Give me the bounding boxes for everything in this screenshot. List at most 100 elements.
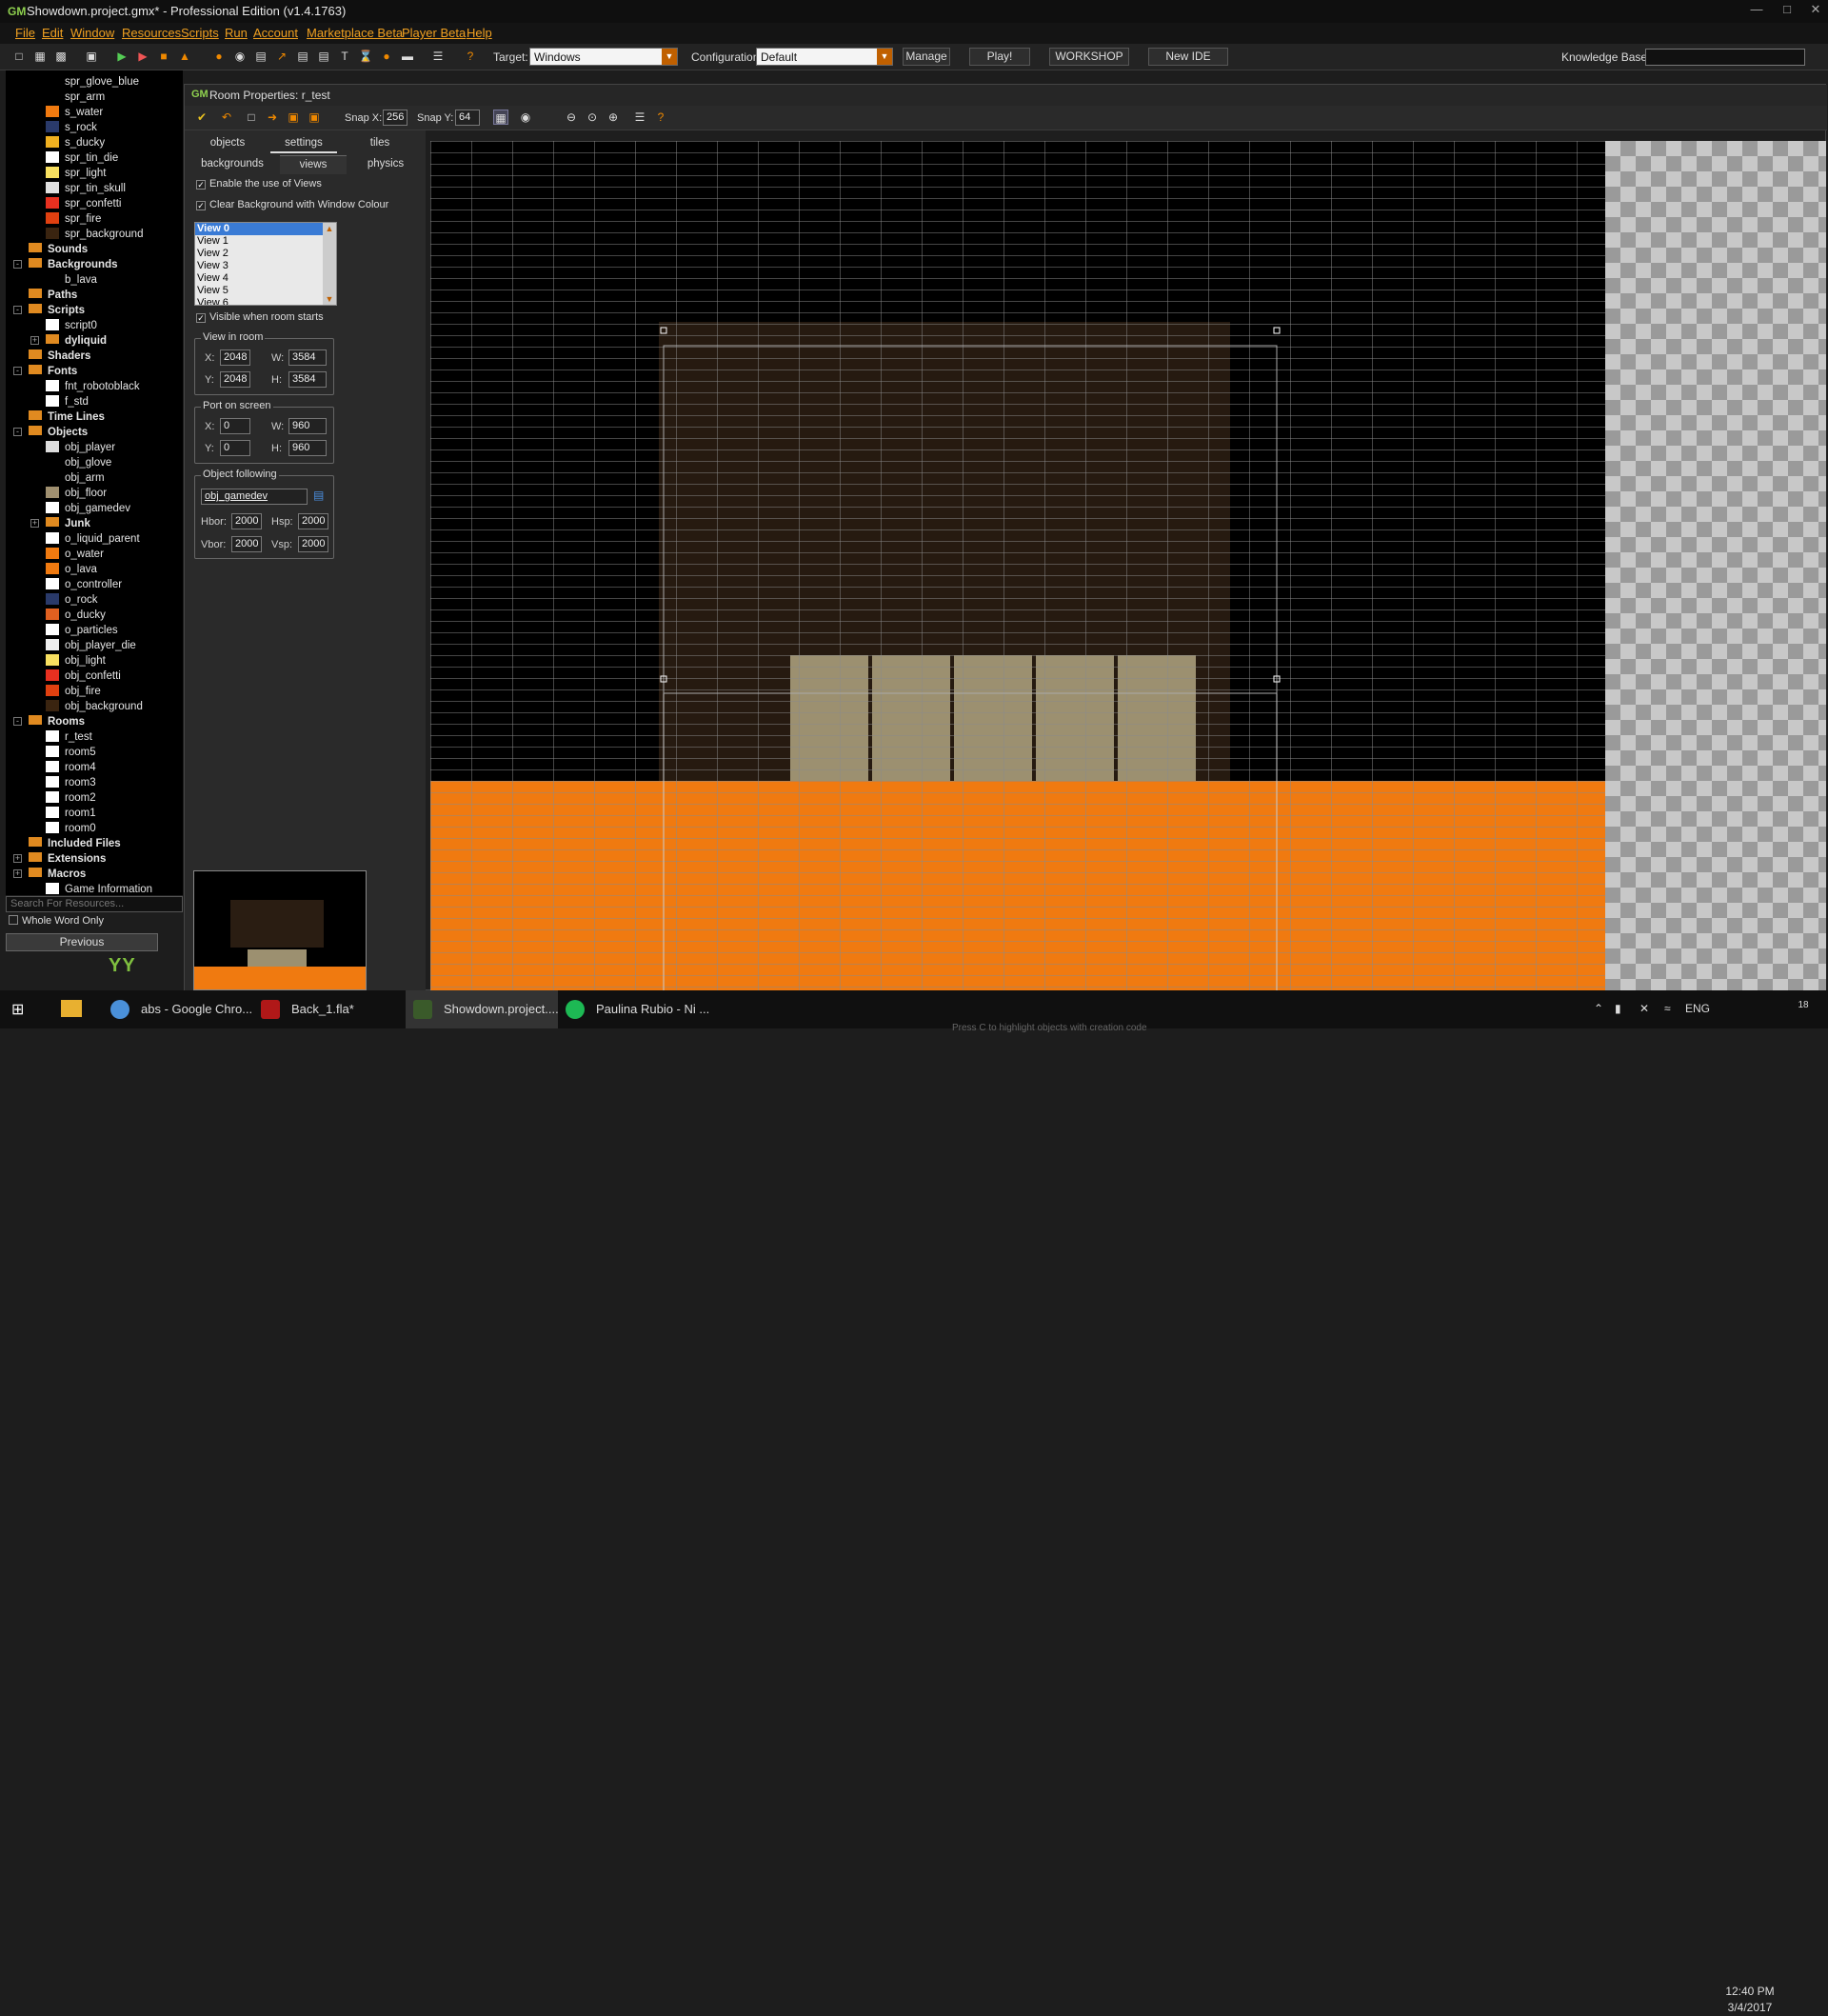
play-button[interactable]: Play!	[969, 48, 1030, 66]
tree-folder[interactable]: Scripts	[29, 303, 85, 318]
hbor-input[interactable]: 2000	[231, 513, 262, 529]
view-y-input[interactable]: 2048	[220, 371, 250, 388]
configuration-select[interactable]: Default ▼	[756, 48, 893, 66]
taskbar-item-flash[interactable]: Back_1.fla*	[253, 990, 406, 1028]
tree-item[interactable]: o_particles	[46, 623, 118, 638]
expand-icon[interactable]: +	[13, 869, 22, 878]
tree-item[interactable]: fnt_robotoblack	[46, 379, 140, 394]
menu-account[interactable]: Account	[253, 26, 298, 40]
tree-item[interactable]: room2	[46, 790, 96, 806]
collapse-icon[interactable]: -	[13, 306, 22, 314]
view-x-input[interactable]: 2048	[220, 349, 250, 366]
shift-icon[interactable]: ➜	[265, 110, 280, 125]
create-path-icon[interactable]: ↗	[274, 49, 289, 64]
tree-item[interactable]: spr_tin_die	[46, 150, 118, 166]
tree-item[interactable]: room5	[46, 745, 96, 760]
tree-item[interactable]: spr_confetti	[46, 196, 121, 211]
menu-run[interactable]: Run	[225, 26, 248, 40]
lock-icon[interactable]: ▣	[286, 110, 301, 125]
menu-window[interactable]: Window	[70, 26, 114, 40]
volume-muted-icon[interactable]: ✕	[1639, 1002, 1649, 1015]
menu-resources[interactable]: Resources	[122, 26, 181, 40]
knowledge-base-input[interactable]	[1645, 49, 1805, 66]
notifications-icon[interactable]: 18	[1792, 1000, 1815, 1019]
port-h-input[interactable]: 960	[288, 440, 327, 456]
tree-folder[interactable]: Paths	[29, 288, 77, 303]
object-picker-icon[interactable]: ▤	[313, 489, 324, 502]
tree-item[interactable]: o_rock	[46, 592, 98, 608]
tree-item[interactable]: spr_glove_blue	[46, 74, 139, 90]
tree-item[interactable]: spr_arm	[46, 90, 105, 105]
tree-item[interactable]: obj_player	[46, 440, 115, 455]
new-ide-button[interactable]: New IDE	[1148, 48, 1228, 66]
target-select[interactable]: Windows ▼	[529, 48, 678, 66]
undo-icon[interactable]: ↶	[219, 110, 234, 125]
language-indicator[interactable]: ENG	[1685, 1002, 1710, 1015]
workshop-button[interactable]: WORKSHOP	[1049, 48, 1129, 66]
show-hidden-icons-icon[interactable]: ⌃	[1594, 1002, 1603, 1015]
create-sound-icon[interactable]: ◉	[232, 49, 248, 64]
create-room-icon[interactable]: ▬	[400, 49, 415, 64]
maximize-button[interactable]: □	[1778, 2, 1796, 19]
whole-word-checkbox[interactable]: Whole Word Only	[6, 915, 183, 931]
menu-marketplace[interactable]: Marketplace Beta	[307, 26, 403, 40]
room-settings-icon[interactable]: ☰	[632, 110, 647, 125]
create-font-icon[interactable]: T	[337, 49, 352, 64]
create-timeline-icon[interactable]: ⌛	[358, 49, 373, 64]
expand-icon[interactable]: +	[30, 519, 39, 528]
tree-item[interactable]: s_rock	[46, 120, 97, 135]
tab-tiles[interactable]: tiles	[347, 134, 413, 153]
open-project-icon[interactable]: ▦	[32, 49, 48, 64]
tree-folder[interactable]: Time Lines	[29, 409, 105, 425]
tree-item[interactable]: obj_confetti	[46, 669, 121, 684]
vsp-input[interactable]: 2000	[298, 536, 328, 552]
tree-item[interactable]: room4	[46, 760, 96, 775]
room-help-icon[interactable]: ?	[653, 110, 668, 125]
tree-item[interactable]: obj_fire	[46, 684, 101, 699]
tree-item[interactable]: r_test	[46, 729, 92, 745]
game-settings-icon[interactable]: ☰	[430, 49, 446, 64]
tree-folder[interactable]: Rooms	[29, 714, 85, 729]
tree-folder[interactable]: Sounds	[29, 242, 88, 257]
collapse-icon[interactable]: -	[13, 428, 22, 436]
wifi-icon[interactable]: ≈	[1664, 1002, 1671, 1015]
tree-item[interactable]: Game Information	[46, 882, 152, 895]
list-item[interactable]: View 3	[195, 260, 336, 272]
tree-item[interactable]: o_liquid_parent	[46, 531, 140, 547]
collapse-icon[interactable]: -	[13, 260, 22, 269]
tab-physics[interactable]: physics	[352, 155, 419, 174]
manage-button[interactable]: Manage	[903, 48, 950, 66]
close-button[interactable]: ✕	[1807, 2, 1824, 19]
create-sprite-icon[interactable]: ●	[211, 49, 227, 64]
expand-icon[interactable]: +	[30, 336, 39, 345]
menu-file[interactable]: File	[15, 26, 35, 40]
taskbar-item-spotify[interactable]: Paulina Rubio - Ni ...	[558, 990, 710, 1028]
tab-backgrounds[interactable]: backgrounds	[194, 155, 270, 174]
enable-views-checkbox[interactable]: ✓ Enable the use of Views	[196, 178, 322, 190]
create-object-icon[interactable]: ●	[379, 49, 394, 64]
menu-scripts[interactable]: Scripts	[181, 26, 219, 40]
zoom-in-icon[interactable]: ⊕	[606, 110, 621, 125]
tree-item[interactable]: f_std	[46, 394, 89, 409]
tree-item[interactable]: o_ducky	[46, 608, 106, 623]
run-icon[interactable]: ▶	[114, 49, 129, 64]
tree-item[interactable]: o_water	[46, 547, 104, 562]
tree-item[interactable]: o_lava	[46, 562, 97, 577]
search-resources-input[interactable]: Search For Resources...	[6, 896, 183, 912]
tree-item[interactable]: spr_light	[46, 166, 106, 181]
taskbar-item-chrome[interactable]: abs - Google Chro...	[103, 990, 255, 1028]
vbor-input[interactable]: 2000	[231, 536, 262, 552]
snap-y-input[interactable]: 64	[455, 110, 480, 126]
tab-views[interactable]: views	[280, 155, 347, 174]
open-icon[interactable]: □	[244, 110, 259, 125]
list-item[interactable]: View 4	[195, 272, 336, 285]
tree-item[interactable]: obj_arm	[46, 470, 105, 486]
tree-folder[interactable]: Shaders	[29, 349, 90, 364]
object-following-select[interactable]: obj_gamedev	[201, 489, 308, 505]
create-background-icon[interactable]: ▤	[253, 49, 268, 64]
battery-icon[interactable]: ▮	[1615, 1002, 1621, 1015]
collapse-icon[interactable]: -	[13, 717, 22, 726]
port-w-input[interactable]: 960	[288, 418, 327, 434]
tree-item[interactable]: s_ducky	[46, 135, 105, 150]
clean-icon[interactable]: ▲	[177, 49, 192, 64]
